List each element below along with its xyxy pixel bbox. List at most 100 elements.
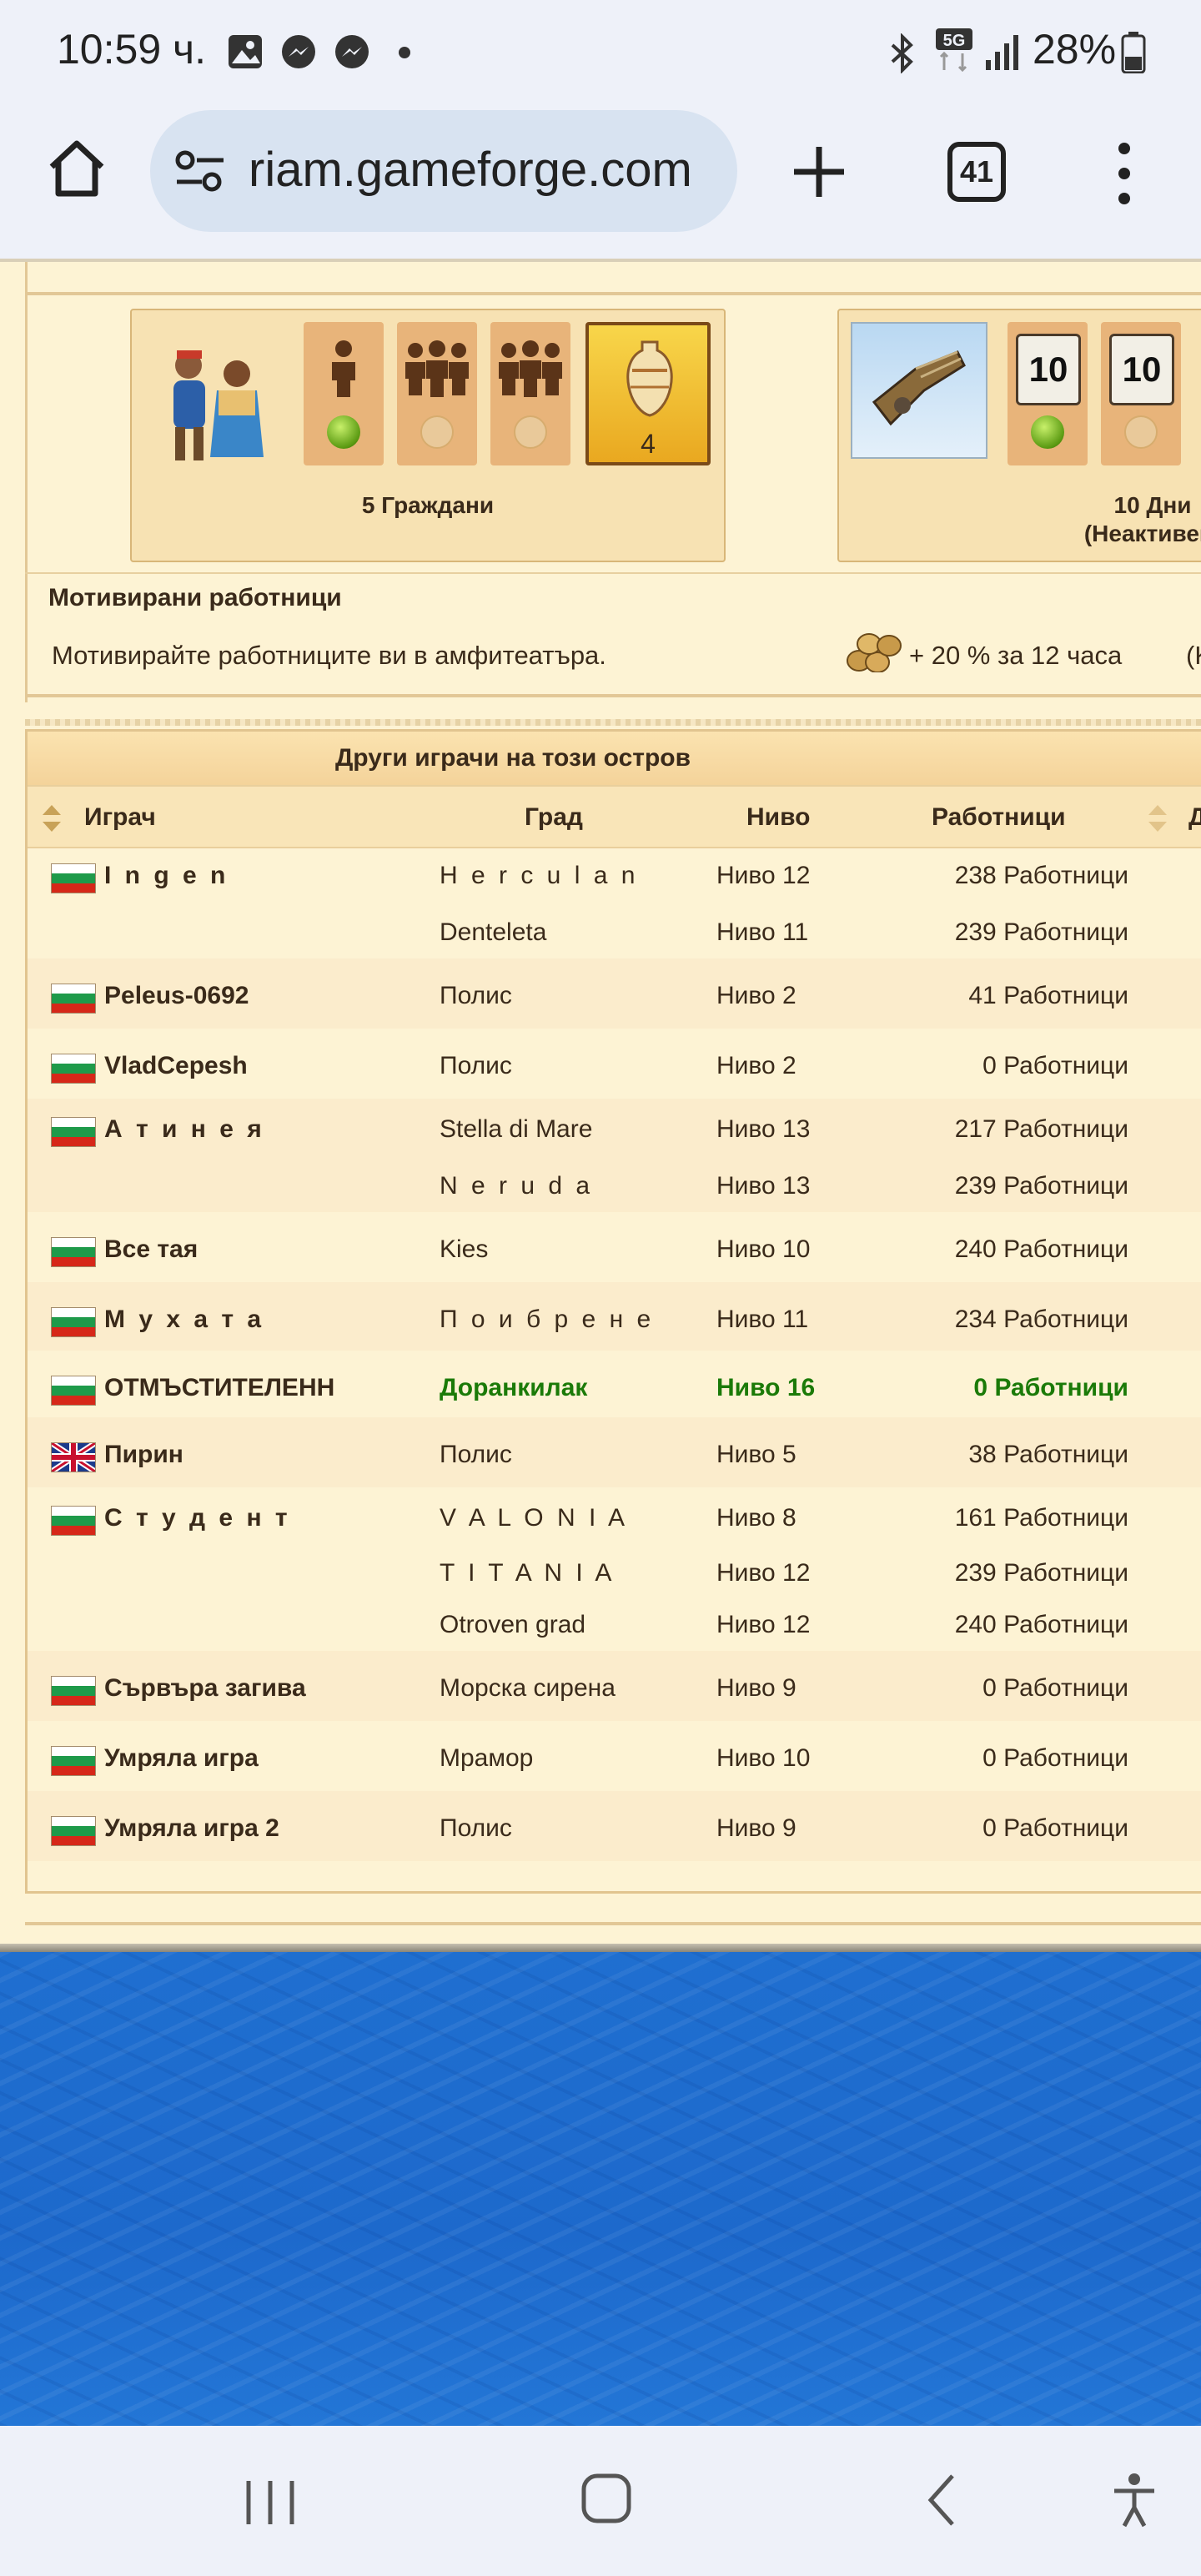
notification-dot-icon xyxy=(399,47,410,58)
wood-icon xyxy=(847,633,902,672)
city-level: Ниво 9 xyxy=(716,1674,796,1702)
city-level: Ниво 12 xyxy=(716,862,811,889)
header-level[interactable]: Ниво xyxy=(746,803,810,832)
player-name[interactable]: Все тая xyxy=(104,1235,198,1264)
player-name[interactable]: Пирин xyxy=(104,1441,183,1469)
workers-count: 217 Работници xyxy=(954,1115,1128,1143)
new-tab-icon[interactable] xyxy=(789,142,849,202)
bulgaria-flag-icon xyxy=(51,1746,96,1776)
player-name[interactable]: А т и н е я xyxy=(104,1115,265,1144)
system-nav-bar xyxy=(0,2426,1201,2576)
city-name[interactable]: Доранкилак xyxy=(440,1374,587,1402)
player-name[interactable]: Умряла игра xyxy=(104,1744,259,1773)
table-row: Пирин Полис Ниво 5 38 Работници xyxy=(28,1417,1201,1487)
city-name[interactable]: Полис xyxy=(440,1052,512,1080)
city-name[interactable]: Kies xyxy=(440,1235,488,1264)
citizen-level-3[interactable] xyxy=(490,322,570,465)
player-name[interactable]: С т у д е н т xyxy=(104,1504,291,1532)
header-city[interactable]: Град xyxy=(525,803,583,832)
workshop-image xyxy=(851,322,987,459)
duration-slot-2[interactable]: 10 xyxy=(1101,322,1181,465)
browser-toolbar: riam.gameforge.com 41 xyxy=(0,107,1201,259)
accessibility-icon[interactable] xyxy=(1109,2471,1159,2529)
bulgaria-flag-icon xyxy=(51,1376,96,1406)
table-row: I n g e n H e r c u l a n Ниво 12 238 Работ… xyxy=(28,845,1201,907)
city-name[interactable]: N e r u d a xyxy=(440,1172,593,1200)
sort-arrows-icon-2[interactable] xyxy=(1145,802,1170,835)
site-settings-icon[interactable] xyxy=(173,148,227,194)
level-inactive-dot xyxy=(514,415,547,449)
city-name[interactable]: Полис xyxy=(440,1814,512,1843)
city-name[interactable]: Stella di Mare xyxy=(440,1115,592,1144)
player-name[interactable]: VladCepesh xyxy=(104,1052,248,1080)
more-menu-icon[interactable] xyxy=(1108,140,1141,207)
city-name[interactable]: Otroven grad xyxy=(440,1611,585,1639)
table-row: М у х а т а П о и б р е н е Ниво 11 234 Раб… xyxy=(28,1282,1201,1351)
header-workers[interactable]: Работници xyxy=(932,803,1066,832)
level-inactive-dot xyxy=(420,415,454,449)
home-icon[interactable] xyxy=(45,137,108,200)
duration-slot-1[interactable]: 10 xyxy=(1008,322,1088,465)
header-player[interactable]: Играч xyxy=(84,803,156,832)
city-name[interactable]: V A L O N I A xyxy=(440,1504,628,1532)
url-text: riam.gameforge.com xyxy=(249,143,692,197)
level-active-dot xyxy=(327,415,360,449)
player-name[interactable]: М у х а т а xyxy=(104,1306,264,1334)
city-name[interactable]: П о и б р е н е xyxy=(440,1306,654,1334)
page-content: 4 5 Граждани 10 10 10 Дни (Неактивен) Мо… xyxy=(0,262,1201,1947)
saw-tool-icon xyxy=(872,350,966,426)
table-row: Otroven grad Ниво 12 240 Работници xyxy=(28,1599,1201,1651)
workers-count: 0 Работници xyxy=(982,1674,1128,1702)
city-level: Ниво 13 xyxy=(716,1115,811,1143)
status-time: 10:59 ч. xyxy=(57,26,206,73)
address-bar[interactable]: riam.gameforge.com xyxy=(150,110,737,232)
messenger-icon-2 xyxy=(335,35,369,68)
city-name[interactable]: Полис xyxy=(440,1441,512,1469)
recent-apps-icon[interactable] xyxy=(242,2476,300,2529)
bulgaria-flag-icon xyxy=(51,1506,96,1536)
battery-icon xyxy=(1121,32,1146,73)
player-name[interactable]: I n g e n xyxy=(104,862,229,890)
bulgaria-flag-icon xyxy=(51,1237,96,1267)
home-button-icon[interactable] xyxy=(579,2471,634,2526)
table-row: Все тая Kies Ниво 10 240 Работници xyxy=(28,1212,1201,1282)
tab-switcher-button[interactable]: 41 xyxy=(947,142,1006,202)
city-level: Ниво 10 xyxy=(716,1235,811,1263)
city-name[interactable]: Морска сирена xyxy=(440,1674,616,1703)
table-row: T I T A N I A Ниво 12 239 Работници xyxy=(28,1549,1201,1599)
page-bottom-border xyxy=(25,1922,1201,1925)
citizen-level-1[interactable] xyxy=(304,322,384,465)
workers-count: 239 Работници xyxy=(954,1559,1128,1587)
back-icon[interactable] xyxy=(921,2471,962,2529)
sort-arrows-icon[interactable] xyxy=(39,802,64,835)
city-name[interactable]: Полис xyxy=(440,982,512,1010)
player-name[interactable]: Peleus-0692 xyxy=(104,982,249,1010)
player-name[interactable]: Сървъра загива xyxy=(104,1674,306,1703)
workers-count: 240 Работници xyxy=(954,1611,1128,1638)
table-row: VladCepesh Полис Ниво 2 0 Работници xyxy=(28,1029,1201,1099)
player-name[interactable]: Умряла игра 2 xyxy=(104,1814,279,1843)
city-level: Ниво 11 xyxy=(716,918,809,946)
city-name[interactable]: H e r c u l a n xyxy=(440,862,638,890)
workers-count: 239 Работници xyxy=(954,1172,1128,1200)
motivation-bonus: + 20 % за 12 часа xyxy=(909,641,1123,670)
bulgaria-flag-icon xyxy=(51,863,96,893)
table-row: Умряла игра 2 Полис Ниво 9 0 Работници xyxy=(28,1791,1201,1861)
table-row: N e r u d a Ниво 13 239 Работници xyxy=(28,1160,1201,1212)
table-row: А т и н е я Stella di Mare Ниво 13 217 Рабо… xyxy=(28,1099,1201,1160)
group-of-3-icon xyxy=(405,340,469,397)
signal-icon xyxy=(986,35,1018,70)
city-level: Ниво 11 xyxy=(716,1306,809,1333)
city-name[interactable]: Denteleta xyxy=(440,918,546,947)
left-border xyxy=(25,262,28,702)
duration-inactive-dot xyxy=(1124,415,1158,449)
city-name[interactable]: T I T A N I A xyxy=(440,1559,615,1587)
citizen-level-2[interactable] xyxy=(397,322,477,465)
table-row: Умряла игра Мрамор Ниво 10 0 Работници xyxy=(28,1721,1201,1791)
city-level: Ниво 10 xyxy=(716,1744,811,1772)
players-table-title: Други играчи на този остров xyxy=(28,732,1201,785)
days-caption-line1: 10 Дни xyxy=(1113,492,1192,518)
player-name[interactable]: ОТМЪСТИТЕЛЕНН xyxy=(104,1374,334,1402)
wine-level-slot[interactable]: 4 xyxy=(585,322,711,465)
city-name[interactable]: Мрамор xyxy=(440,1744,533,1773)
